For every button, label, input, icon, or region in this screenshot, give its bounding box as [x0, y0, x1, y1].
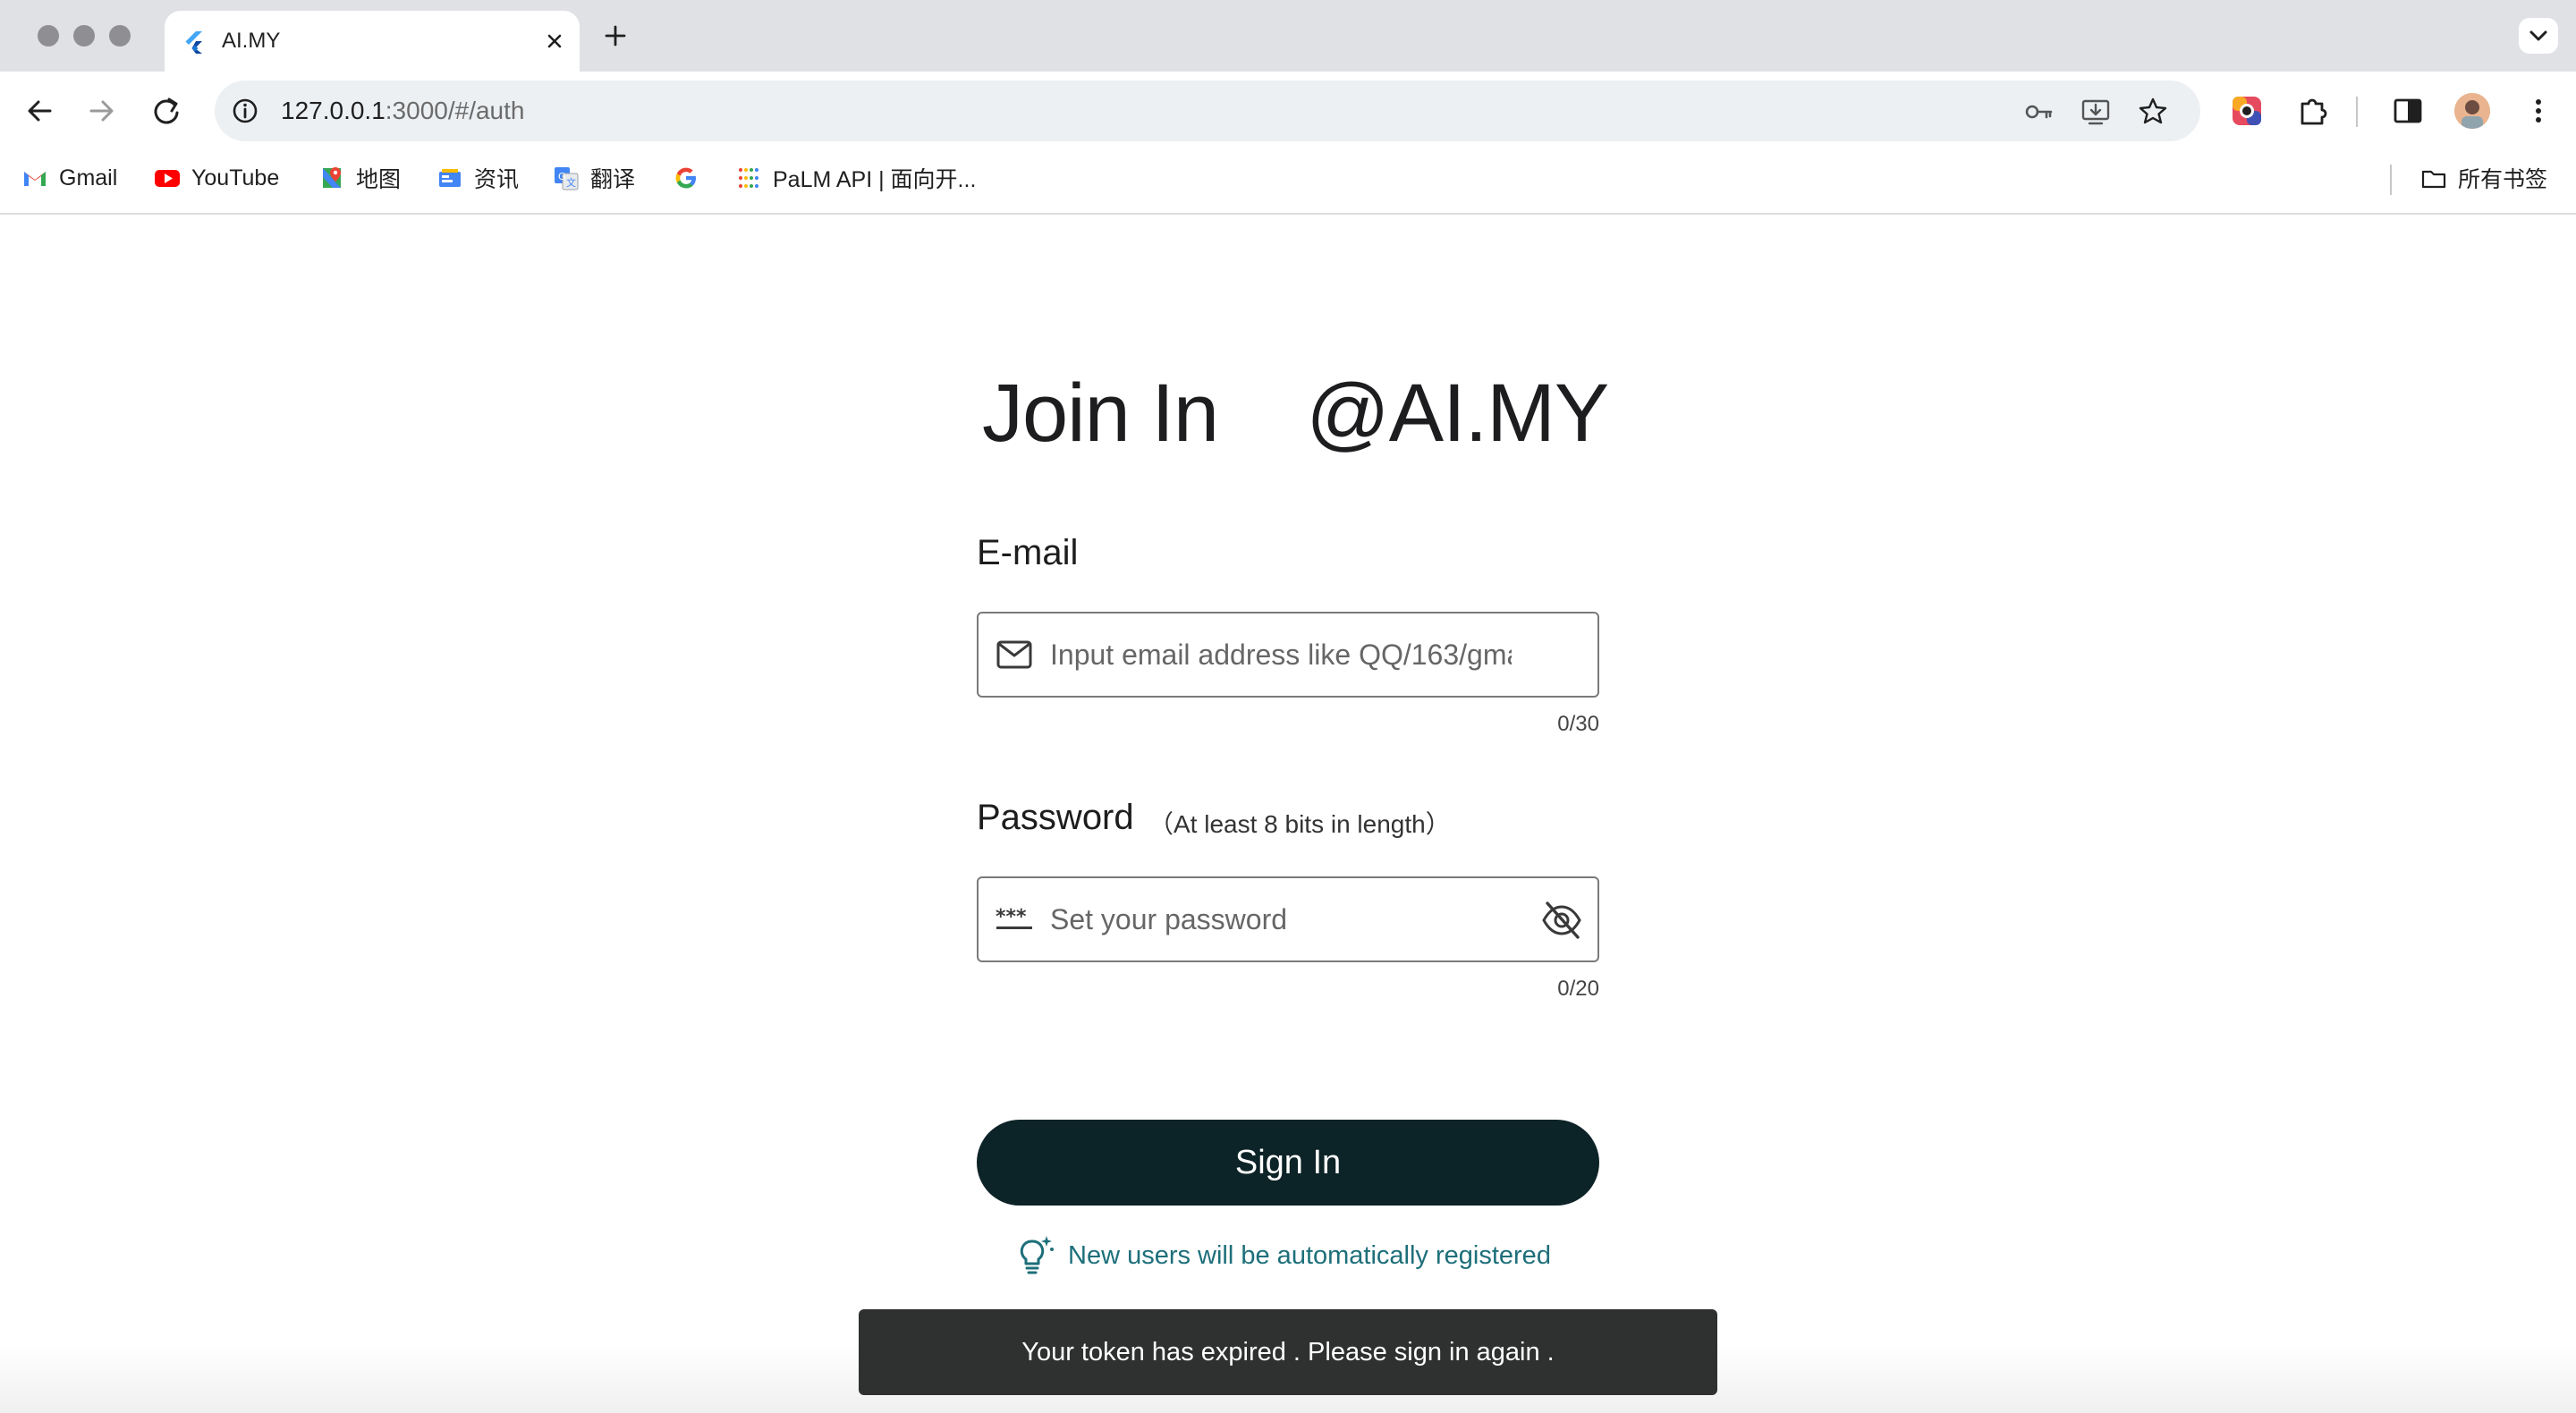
- toolbar-divider: [2356, 97, 2358, 127]
- bookmark-label: 资讯: [474, 167, 520, 192]
- password-asterisks-icon: ***: [996, 906, 1032, 929]
- tab-title: AI.MY: [222, 29, 281, 53]
- new-tab-plus-icon[interactable]: [599, 20, 631, 52]
- email-char-counter: 0/30: [1557, 712, 1599, 736]
- bookmark-youtube[interactable]: YouTube: [154, 152, 279, 204]
- bookmark-label: PaLM API | 面向开...: [773, 167, 977, 192]
- browser-tabstrip: AI.MY: [0, 0, 2576, 72]
- gmail-icon: [24, 172, 46, 186]
- site-info-icon[interactable]: [229, 95, 261, 127]
- window-close-dot[interactable]: [38, 25, 59, 47]
- bookmark-maps[interactable]: 地图: [318, 152, 401, 204]
- visibility-off-eye-icon[interactable]: [1540, 900, 1583, 941]
- title-brand: @AI.MY: [1306, 368, 1609, 459]
- folder-icon: [2421, 170, 2446, 189]
- maps-icon: [323, 167, 341, 188]
- window-zoom-dot[interactable]: [109, 25, 131, 47]
- reload-icon[interactable]: [147, 91, 186, 131]
- address-bar[interactable]: 127.0.0.1:3000/#/auth: [215, 80, 2200, 141]
- password-hint: （At least 8 bits in length）: [1148, 810, 1451, 838]
- translate-icon: G 文: [555, 167, 579, 190]
- password-key-icon[interactable]: [2021, 95, 2055, 129]
- token-expired-toast: Your token has expired . Please sign in …: [859, 1309, 1717, 1395]
- toast-message: Your token has expired . Please sign in …: [1021, 1337, 1555, 1366]
- side-panel-icon[interactable]: [2390, 93, 2426, 129]
- email-label: E-mail: [977, 533, 1079, 572]
- browser-toolbar: 127.0.0.1:3000/#/auth: [0, 72, 2576, 152]
- bookmark-label: Gmail: [59, 165, 118, 190]
- bookmark-news[interactable]: 资讯: [436, 152, 519, 204]
- bookmark-google[interactable]: [673, 152, 710, 204]
- auto-register-text: New users will be automatically register…: [1068, 1240, 1551, 1270]
- palm-icon: [739, 168, 758, 188]
- password-char-counter: 0/20: [1557, 977, 1599, 1001]
- bookmark-palm-api[interactable]: PaLM API | 面向开...: [735, 152, 976, 204]
- title-join-in: Join In: [982, 368, 1219, 459]
- bookmarks-bar: Gmail YouTube 地图 资讯 G 文 翻译 PaLM API | 面向…: [0, 152, 2576, 215]
- email-field[interactable]: [977, 612, 1599, 698]
- close-tab-icon[interactable]: [542, 29, 567, 54]
- url-text: 127.0.0.1:3000/#/auth: [281, 97, 525, 124]
- password-input[interactable]: [1048, 878, 1513, 960]
- bookmark-label: 翻译: [590, 167, 636, 192]
- profile-avatar[interactable]: [2454, 93, 2490, 129]
- google-icon: [675, 167, 696, 189]
- install-app-icon[interactable]: [2079, 95, 2113, 129]
- flutter-favicon-icon: [185, 31, 202, 54]
- lightbulb-sparkle-icon: [1020, 1236, 1054, 1274]
- svg-text:***: ***: [996, 906, 1027, 928]
- bookmarks-divider: [2390, 165, 2392, 195]
- auth-page: Join In @AI.MY E-mail 0/30 Password （At …: [0, 216, 2576, 1413]
- email-input[interactable]: [1048, 613, 1513, 696]
- sign-in-button[interactable]: Sign In: [977, 1120, 1599, 1206]
- page-title: Join In @AI.MY: [982, 367, 1609, 461]
- svg-text:文: 文: [566, 176, 576, 189]
- password-field[interactable]: ***: [977, 876, 1599, 962]
- menu-kebab-icon[interactable]: [2521, 93, 2556, 129]
- extensions-puzzle-icon[interactable]: [2295, 93, 2331, 129]
- bookmark-label: YouTube: [191, 165, 280, 190]
- auto-register-note: New users will be automatically register…: [1014, 1234, 1551, 1277]
- tab-search-button[interactable]: [2519, 18, 2558, 54]
- window-minimize-dot[interactable]: [73, 25, 95, 47]
- avatar-icon: [2454, 93, 2490, 129]
- chevron-down-icon: [2529, 30, 2547, 41]
- youtube-icon: [155, 170, 180, 187]
- bookmark-star-icon[interactable]: [2136, 95, 2170, 129]
- active-tab[interactable]: AI.MY: [165, 11, 580, 72]
- bookmark-label: 地图: [356, 167, 402, 192]
- news-icon: [439, 169, 461, 187]
- bookmark-translate[interactable]: G 文 翻译: [553, 152, 635, 204]
- password-label: Password: [977, 798, 1134, 837]
- svg-text:G: G: [558, 171, 566, 182]
- forward-arrow-icon[interactable]: [82, 91, 122, 131]
- bookmark-gmail[interactable]: Gmail: [21, 152, 117, 204]
- all-bookmarks-label: 所有书签: [2458, 167, 2548, 192]
- mail-icon: [996, 640, 1032, 669]
- all-bookmarks-folder[interactable]: 所有书签: [2420, 152, 2547, 204]
- color-extension-icon[interactable]: [2229, 93, 2265, 129]
- back-arrow-icon[interactable]: [20, 91, 59, 131]
